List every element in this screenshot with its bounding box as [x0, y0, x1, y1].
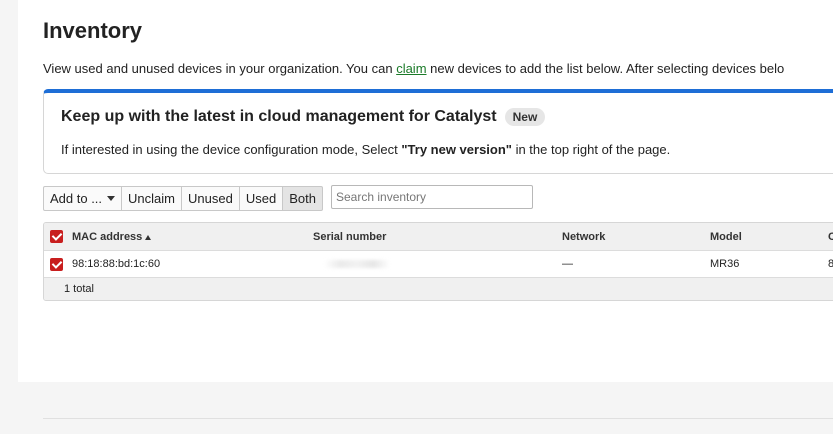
column-label-mac: MAC address: [72, 231, 143, 243]
intro-text-end: new devices to add the list below. After…: [426, 61, 785, 76]
page-title: Inventory: [43, 18, 143, 43]
cell-mac: 98:18:88:bd:1c:60: [72, 258, 161, 270]
table-header: MAC address Serial number Network Model …: [44, 223, 833, 251]
table-footer: 1 total: [44, 278, 833, 300]
column-header-model[interactable]: Model: [710, 231, 742, 243]
row-checkbox[interactable]: [50, 258, 63, 271]
banner-text-bold: "Try new version": [401, 142, 512, 157]
claim-link[interactable]: claim: [396, 61, 426, 76]
banner-title-text: Keep up with the latest in cloud managem…: [61, 108, 497, 125]
intro-text-start: View used and unused devices in your org…: [43, 61, 397, 76]
footer-divider: [43, 418, 833, 419]
add-to-label: Add to ...: [50, 191, 103, 206]
column-header-mac[interactable]: MAC address: [72, 231, 152, 243]
filter-unused-button[interactable]: Unused: [181, 186, 240, 211]
unclaim-button[interactable]: Unclaim: [121, 186, 183, 211]
add-to-dropdown[interactable]: Add to ...: [43, 186, 123, 211]
page-intro: View used and unused devices in your org…: [43, 61, 833, 76]
banner-text-start: If interested in using the device config…: [61, 142, 402, 157]
redacted-serial: [324, 260, 390, 268]
banner-title: Keep up with the latest in cloud managem…: [61, 108, 546, 126]
caret-down-icon: [107, 196, 116, 201]
filter-both-button[interactable]: Both: [282, 186, 323, 211]
cell-model: MR36: [710, 258, 740, 270]
inventory-table: MAC address Serial number Network Model …: [43, 222, 833, 301]
column-header-truncated[interactable]: C: [828, 231, 833, 243]
catalyst-banner: Keep up with the latest in cloud managem…: [43, 89, 833, 174]
inventory-toolbar: Add to ... Unclaim Unused Used Both: [43, 186, 323, 211]
banner-text-end: in the top right of the page.: [511, 142, 671, 157]
table-row[interactable]: 98:18:88:bd:1c:60 — MR36 8: [44, 251, 833, 278]
cell-network: —: [562, 258, 573, 270]
select-all-checkbox[interactable]: [50, 230, 63, 243]
total-count: 1 total: [64, 283, 94, 295]
banner-text: If interested in using the device config…: [61, 142, 670, 157]
column-header-serial[interactable]: Serial number: [313, 231, 386, 243]
column-header-network[interactable]: Network: [562, 231, 605, 243]
search-inventory-input[interactable]: [331, 185, 533, 209]
sort-ascending-icon: [145, 234, 152, 240]
new-badge: New: [504, 108, 546, 126]
filter-used-button[interactable]: Used: [238, 186, 284, 211]
cell-truncated: 8: [828, 258, 833, 270]
